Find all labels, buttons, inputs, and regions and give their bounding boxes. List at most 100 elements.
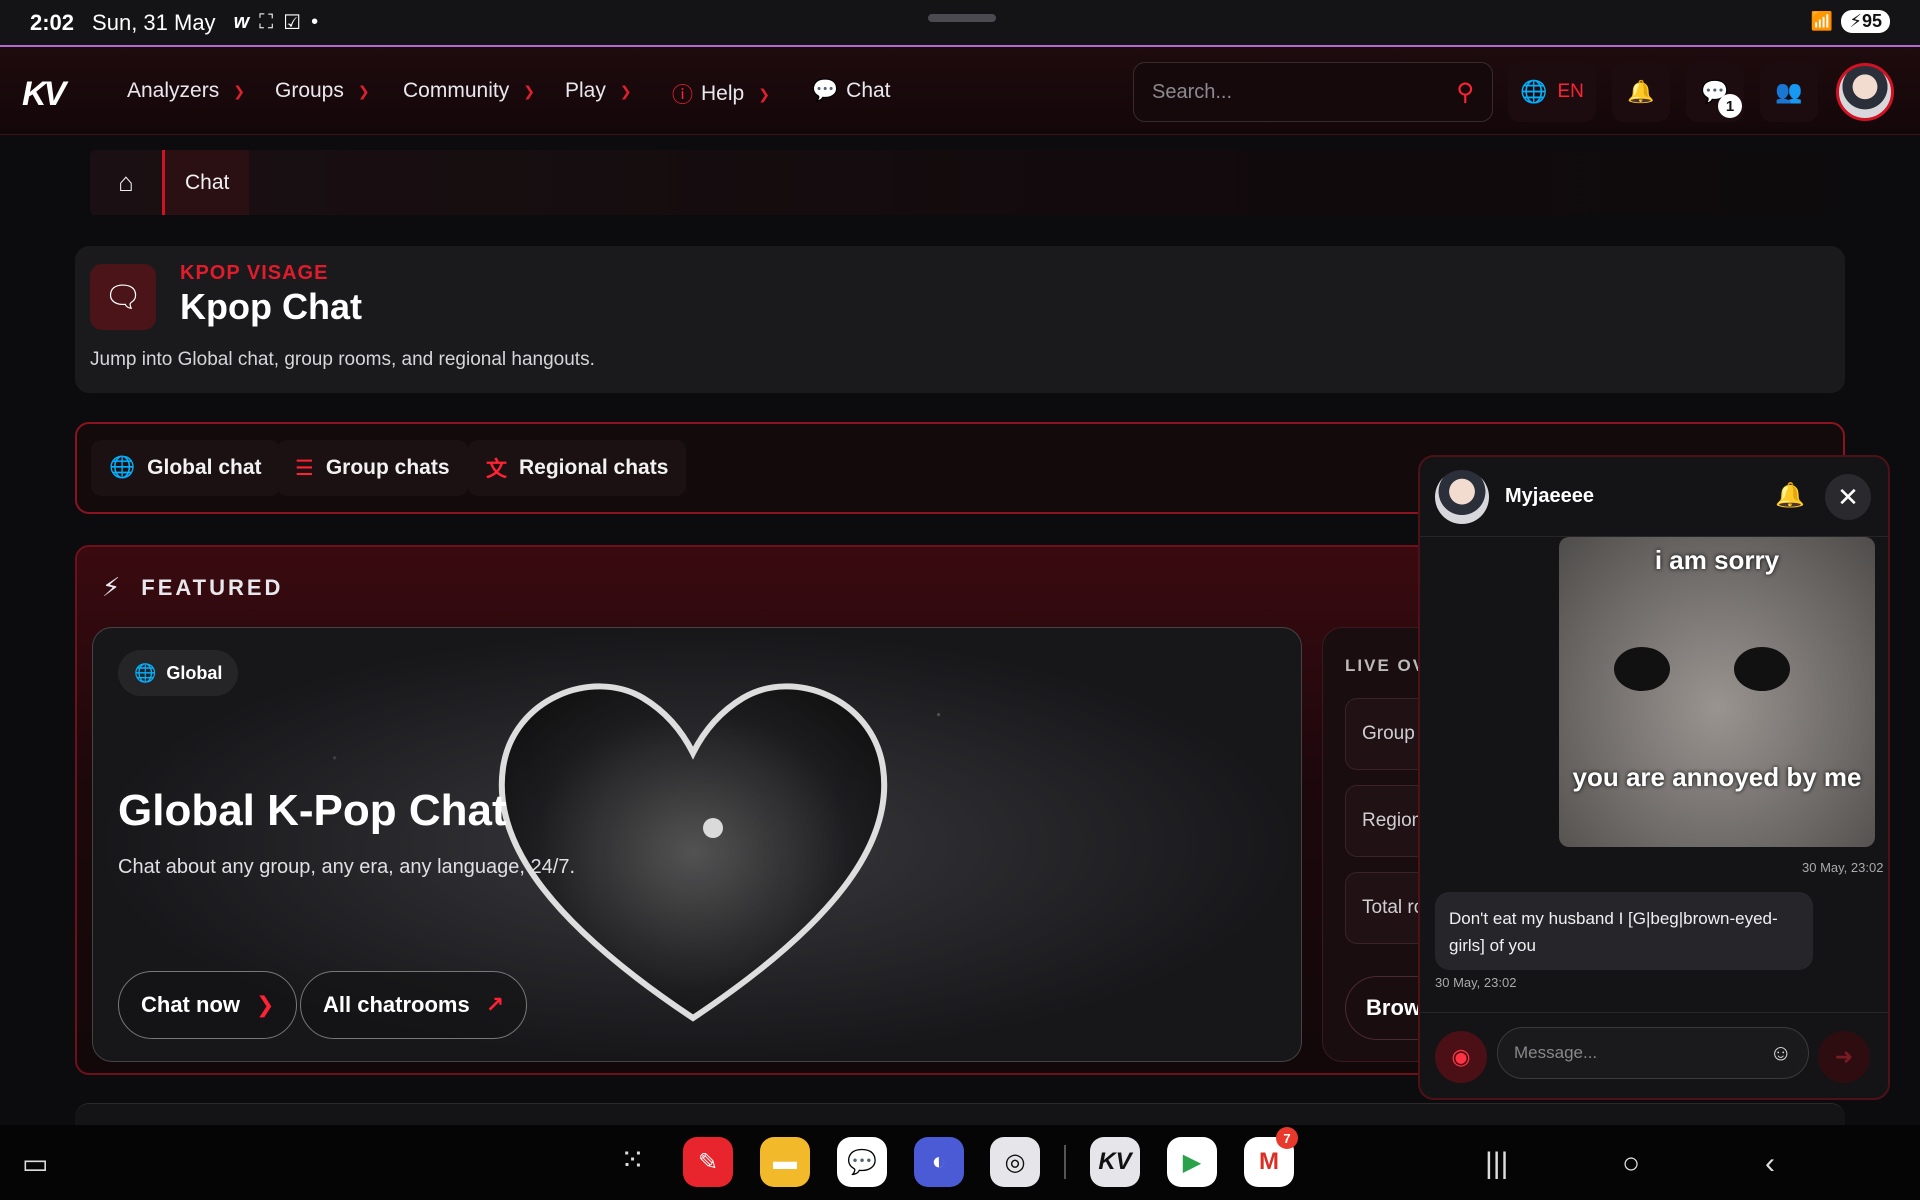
user-avatar[interactable] [1836,63,1894,121]
heart-globe-image [498,683,888,1022]
page-description: Jump into Global chat, group rooms, and … [90,349,595,370]
button-label: Chat now [141,992,240,1017]
media-picker-icon[interactable]: ◉ [1435,1031,1487,1083]
chevron-down-icon: ❯ [758,85,770,102]
nav-chat[interactable]: 💬 Chat [812,79,891,103]
globe-icon: 🌐 [1520,79,1548,104]
tab-label: Global chat [147,456,262,479]
tab-regional-chats[interactable]: 文 Regional chats [468,440,687,496]
chevron-down-icon: ❯ [357,82,370,99]
notes-app-icon[interactable]: ✎ [683,1137,733,1187]
nav-label: Groups [275,79,344,102]
page-title: Kpop Chat [180,286,362,327]
gmail-badge: 7 [1276,1127,1298,1149]
browser-app-icon[interactable]: ◐ [914,1137,964,1187]
chat-user-avatar[interactable] [1435,470,1489,524]
nav-groups[interactable]: Groups ❯ [275,79,370,103]
chat-username[interactable]: Myjaeeee [1505,485,1594,508]
language-label: EN [1557,81,1584,102]
globe-icon: 🌐 [134,662,157,683]
friends-button[interactable]: 👥 [1760,62,1818,122]
checkbox-icon: ☑ [283,12,302,34]
message-input[interactable] [1514,1043,1770,1063]
nav-label: Play [565,79,606,102]
nav-label: Analyzers [127,79,220,102]
emoji-icon[interactable]: ☺ [1770,1040,1792,1066]
page-header-card: 🗨 KPOP VISAGE Kpop Chat Jump into Global… [75,246,1845,393]
close-icon[interactable]: ✕ [1825,474,1871,520]
messages-app-icon[interactable]: 💬 [837,1137,887,1187]
wifi-icon: 📶 [1810,11,1834,31]
chevron-right-icon: ❯ [256,992,275,1017]
top-navbar: KV Analyzers ❯ Groups ❯ Community ❯ Play ❯ ⓘ… [0,45,1920,135]
status-date: Sun, 31 May [92,9,216,35]
chevron-down-icon: ❯ [619,82,632,99]
meme-image[interactable]: i am sorry you are annoyed by me [1559,537,1875,847]
notifications-button[interactable]: 🔔 [1612,62,1670,122]
nav-help[interactable]: ⓘ Help ❯ [672,79,770,109]
search-input[interactable] [1152,80,1457,104]
featured-title: FEATURED [141,574,284,600]
nav-play[interactable]: Play ❯ [565,79,632,103]
all-chatrooms-button[interactable]: All chatrooms ↗ [300,971,528,1039]
tab-label: Group chats [325,456,450,479]
send-icon[interactable]: ➜ [1818,1031,1870,1083]
chat-composer: ◉ ☺ ➜ [1420,1012,1888,1098]
chevron-down-icon: ❯ [523,82,535,99]
message-input-box: ☺ [1497,1027,1809,1079]
translate-icon: 文 [486,458,507,481]
featured-hero-card[interactable]: 🌐 Global Global K-Pop Chat Chat about an… [92,627,1302,1062]
kv-app-icon[interactable]: KV [1090,1137,1140,1187]
nav-community[interactable]: Community ❯ [403,79,535,103]
chevron-down-icon: ❯ [233,82,245,99]
bell-icon[interactable]: 🔔 [1775,481,1805,510]
hero-subtitle: Chat about any group, any era, any langu… [118,856,576,878]
search-icon[interactable]: ⚲ [1456,78,1474,107]
meme-caption-top: i am sorry [1654,545,1780,575]
chat-popup-header: Myjaeeee 🔔 ✕ [1420,457,1888,537]
search-box: ⚲ [1133,62,1493,122]
recents-icon[interactable]: ||| [1485,1147,1508,1181]
language-button[interactable]: 🌐 EN [1508,62,1596,122]
status-time: 2:02 [30,9,75,35]
home-icon[interactable]: ⌂ [90,150,162,215]
play-store-icon[interactable]: ▶ [1167,1137,1217,1187]
header-kicker: KPOP VISAGE [180,262,329,284]
button-label: All chatrooms [323,992,470,1017]
battery-level: 95 [1861,11,1882,31]
camera-app-icon[interactable]: ◎ [990,1137,1040,1187]
users-icon: 👥 [1775,79,1803,104]
gmail-app-icon[interactable]: M 7 [1244,1127,1298,1187]
nav-label: Chat [846,79,891,102]
external-link-icon: ↗ [485,992,505,1017]
drag-handle[interactable] [928,14,996,22]
meme-caption-bottom: you are annoyed by me [1572,762,1862,792]
hero-title: Global K-Pop Chat [118,786,507,835]
app-drawer-icon[interactable]: ⁙ [620,1143,645,1178]
stat-label: Group r [1362,723,1427,744]
files-app-icon[interactable]: ▬ [760,1137,810,1187]
back-icon[interactable]: ‹ [1765,1147,1775,1181]
bolt-icon: ⚡ [102,572,124,602]
site-logo[interactable]: KV [22,75,66,114]
messages-badge: 1 [1718,94,1742,118]
breadcrumb-current: Chat [162,150,250,215]
nav-analyzers[interactable]: Analyzers ❯ [127,79,245,103]
globe-icon: 🌐 [109,456,136,479]
messages-button[interactable]: 💬 1 [1686,62,1744,122]
home-button-icon[interactable]: ○ [1622,1147,1640,1181]
breadcrumb: ⌂ Chat [90,150,1830,215]
chat-now-button[interactable]: Chat now ❯ [118,971,298,1039]
received-message: Don't eat my husband I [G|beg|brown-eyed… [1435,892,1813,970]
tab-global-chat[interactable]: 🌐 Global chat [91,440,280,496]
screen-share-icon[interactable]: ▭ [22,1147,48,1180]
tab-group-chats[interactable]: ☰ Group chats [277,440,468,496]
meme-eye [1614,647,1670,691]
nav-label: Help [701,82,745,105]
nav-label: Community [403,79,510,102]
bell-icon: 🔔 [1627,79,1655,104]
meme-eye [1734,647,1790,691]
stat-label: Total ro [1362,897,1425,918]
meme-timestamp: 30 May, 23:02 [1802,860,1884,875]
featured-heading: ⚡ FEATURED [102,572,283,603]
